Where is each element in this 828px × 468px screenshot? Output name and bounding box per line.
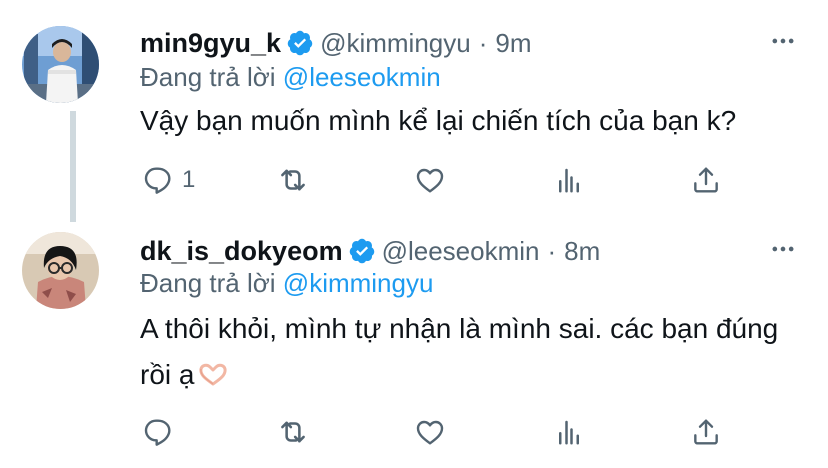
tweet-text: Vậy bạn muốn mình kể lại chiến tích của … [140,105,737,136]
retweet-button[interactable] [276,412,310,452]
replying-to: Đang trả lời @leeseokmin [140,62,441,93]
analytics-button[interactable] [554,412,584,452]
verified-badge-icon [348,237,376,265]
retweet-icon [281,169,305,191]
timestamp[interactable]: 8m [564,236,600,267]
tweet-header: min9gyu_k @kimmingyu · 9m [140,26,532,60]
handle[interactable]: @kimmingyu [320,28,471,59]
like-icon [416,168,444,193]
separator-dot: · [547,235,557,266]
more-options-icon[interactable] [768,234,798,264]
share-icon [694,419,718,445]
verified-badge-icon [286,29,314,57]
handle[interactable]: @leeseokmin [382,236,540,267]
analytics-icon [559,168,579,193]
action-bar: 1 [0,160,828,200]
display-name[interactable]: min9gyu_k [140,28,281,59]
replying-to-mention[interactable]: @kimmingyu [283,268,434,298]
replying-to: Đang trả lời @kimmingyu [140,268,433,299]
avatar-photo [22,26,99,103]
like-icon [416,420,444,445]
reply-button[interactable] [142,412,182,452]
replying-to-label: Đang trả lời [140,62,276,92]
retweet-icon [281,421,305,443]
analytics-button[interactable] [554,160,584,200]
avatar-photo [22,232,99,309]
tweet-header: dk_is_dokyeom @leeseokmin · 8m [140,234,600,268]
retweet-button[interactable] [276,160,310,200]
reply-icon [144,419,171,446]
action-bar [0,412,828,452]
separator-dot: · [478,27,488,58]
like-button[interactable] [414,412,446,452]
replying-to-label: Đang trả lời [140,268,276,298]
replying-to-mention[interactable]: @leeseokmin [283,62,441,92]
reply-count: 1 [182,166,196,193]
more-options-icon[interactable] [768,26,798,56]
share-button[interactable] [690,412,722,452]
tweet-text-content: A thôi khỏi, mình tự nhận là mình sai. c… [140,313,779,390]
analytics-icon [559,420,579,445]
tweet-text: A thôi khỏi, mình tự nhận là mình sai. c… [140,306,800,401]
avatar[interactable] [22,26,99,103]
share-button[interactable] [690,160,722,200]
heart-hands-emoji [198,355,228,401]
timestamp[interactable]: 9m [495,28,531,59]
share-icon [694,167,718,193]
reply-button[interactable]: 1 [142,160,195,200]
reply-icon [144,167,171,194]
like-button[interactable] [414,160,446,200]
avatar[interactable] [22,232,99,309]
display-name[interactable]: dk_is_dokyeom [140,236,343,267]
